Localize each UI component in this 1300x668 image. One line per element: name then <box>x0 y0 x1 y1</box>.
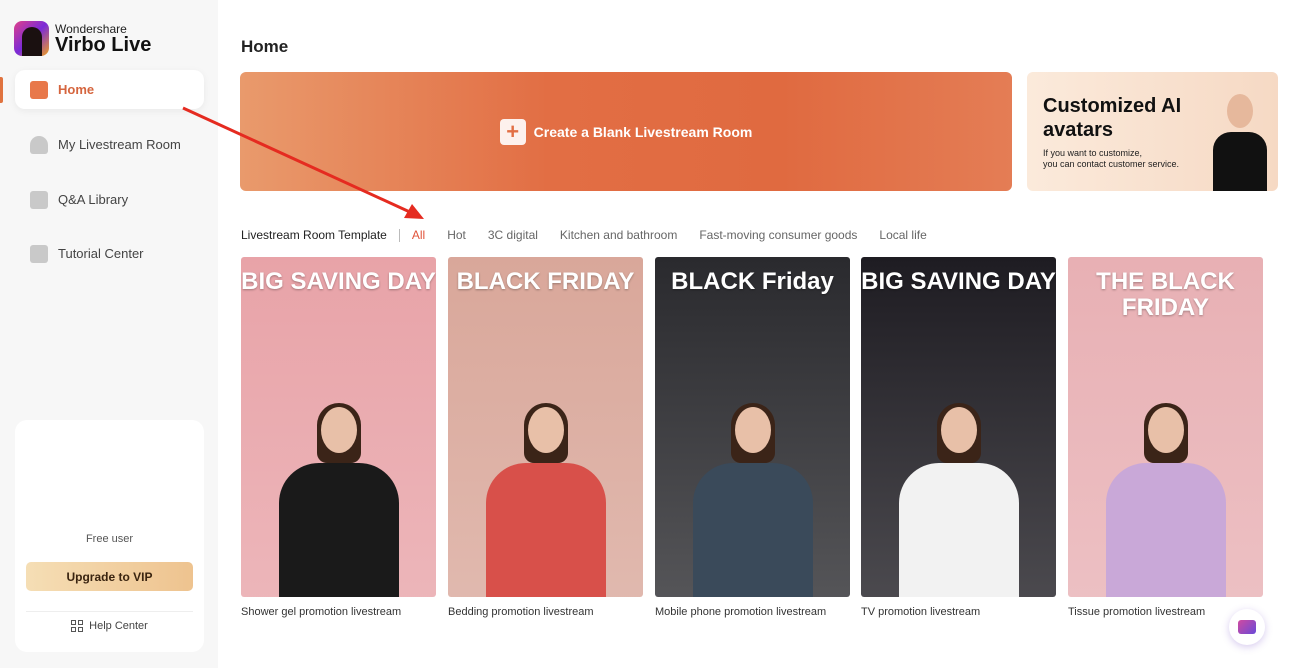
graduation-cap-icon <box>30 244 48 263</box>
tab-kitchen-bathroom[interactable]: Kitchen and bathroom <box>560 228 677 242</box>
presenter-image <box>278 403 399 597</box>
sidebar-item-my-livestream-room[interactable]: My Livestream Room <box>15 125 204 164</box>
create-label: Create a Blank Livestream Room <box>533 123 753 140</box>
template-card[interactable]: BLACK FRIDAY <box>448 257 643 597</box>
chat-support-button[interactable] <box>1229 609 1265 645</box>
sidebar-item-label: Tutorial Center <box>58 246 144 261</box>
brand-name: Virbo Live <box>55 33 152 56</box>
poster-headline: THE BLACK FRIDAY <box>1096 268 1235 321</box>
template-card[interactable]: BIG SAVING DAY <box>861 257 1056 597</box>
help-center-link[interactable]: Help Center <box>15 620 204 632</box>
avatar-icon <box>30 135 48 154</box>
presenter-image <box>692 403 813 597</box>
tab-all[interactable]: All <box>412 228 425 242</box>
avatar-image <box>1205 92 1275 191</box>
divider <box>26 611 193 612</box>
chat-icon <box>1238 620 1256 634</box>
poster-headline: BLACK Friday <box>671 268 834 295</box>
tab-fmcg[interactable]: Fast-moving consumer goods <box>699 228 857 242</box>
poster-headline: BIG SAVING DAY <box>861 268 1056 295</box>
tab-local-life[interactable]: Local life <box>879 228 926 242</box>
separator <box>398 228 400 242</box>
template-caption[interactable]: Tissue promotion livestream <box>1068 606 1205 618</box>
template-caption[interactable]: Shower gel promotion livestream <box>241 606 401 618</box>
sidebar: Wondershare Virbo Live Home My Livestream… <box>0 0 218 668</box>
sidebar-item-label: Home <box>58 82 95 97</box>
document-icon <box>30 190 48 209</box>
template-card[interactable]: THE BLACK FRIDAY <box>1068 257 1263 597</box>
template-caption[interactable]: TV promotion livestream <box>861 606 980 618</box>
sidebar-item-home[interactable]: Home <box>15 70 204 109</box>
home-icon <box>30 80 48 99</box>
templates-label: Livestream Room Template <box>241 228 387 242</box>
brand-small: Wondershare <box>55 21 127 36</box>
create-blank-room-button[interactable]: + Create a Blank Livestream Room <box>240 72 1012 191</box>
upgrade-vip-button[interactable]: Upgrade to VIP <box>26 562 193 591</box>
presenter-image <box>1105 403 1226 597</box>
poster-headline: BIG SAVING DAY <box>241 268 436 295</box>
customized-avatar-promo[interactable]: Customized AI avatars If you want to cus… <box>1027 72 1278 191</box>
sidebar-item-tutorial-center[interactable]: Tutorial Center <box>15 234 204 273</box>
poster-headline: BLACK FRIDAY <box>456 268 635 295</box>
template-tabs: Livestream Room Template All Hot 3C digi… <box>241 228 949 242</box>
tab-3c-digital[interactable]: 3C digital <box>488 228 538 242</box>
template-card[interactable]: BIG SAVING DAY <box>241 257 436 597</box>
tab-hot[interactable]: Hot <box>447 228 466 242</box>
app-logo: Wondershare Virbo Live <box>14 21 151 56</box>
presenter-image <box>898 403 1019 597</box>
promo-title: Customized AI avatars <box>1043 95 1182 141</box>
template-card[interactable]: BLACK Friday <box>655 257 850 597</box>
page-title: Home <box>241 37 289 56</box>
user-status: Free user <box>85 533 134 545</box>
plus-icon: + <box>499 118 526 145</box>
active-indicator <box>0 77 3 103</box>
help-grid-icon <box>71 620 84 632</box>
promo-subtitle: If you want to customize, you can contact… <box>1043 148 1180 169</box>
user-card: Free user Upgrade to VIP Help Center <box>15 420 204 652</box>
sidebar-item-qa-library[interactable]: Q&A Library <box>15 180 204 219</box>
virbo-logo-icon <box>14 21 49 56</box>
help-center-label: Help Center <box>89 620 148 632</box>
sidebar-item-label: My Livestream Room <box>58 137 181 152</box>
presenter-image <box>485 403 606 597</box>
template-caption[interactable]: Mobile phone promotion livestream <box>655 606 826 618</box>
sidebar-item-label: Q&A Library <box>58 192 129 207</box>
template-caption[interactable]: Bedding promotion livestream <box>448 606 594 618</box>
